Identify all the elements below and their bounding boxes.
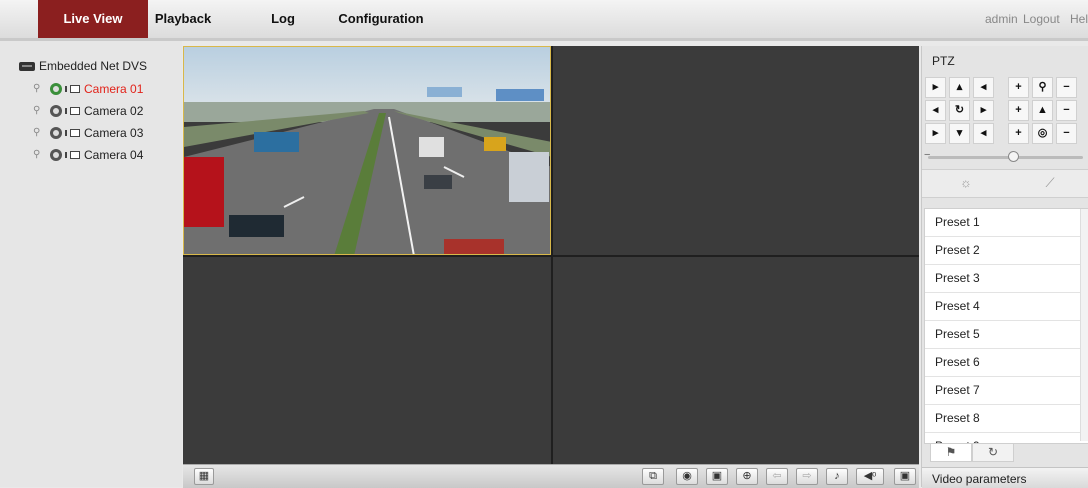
ptz-right-icon[interactable]: ▸ bbox=[973, 100, 994, 121]
preset-item[interactable]: Preset 1 bbox=[925, 209, 1088, 237]
tree-root-dvs[interactable]: Embedded Net DVS bbox=[19, 59, 147, 73]
focus-far-icon[interactable]: − bbox=[1056, 100, 1077, 121]
preset-item[interactable]: Preset 6 bbox=[925, 349, 1088, 377]
dvs-device-icon bbox=[19, 61, 35, 71]
tab-log[interactable]: Log bbox=[258, 0, 308, 38]
iris-open-icon[interactable]: + bbox=[1008, 123, 1029, 144]
live-view-toolbar: ▦ ⧉ ◉ ▣ ⊕ ⇦ ⇨ ♪ ◀ᵒ ▣ bbox=[183, 464, 919, 488]
ptz-tabs: ⚑ ↻ bbox=[924, 444, 1087, 462]
preset-item[interactable]: Preset 3 bbox=[925, 265, 1088, 293]
stop-all-preview-icon[interactable]: ⧉ bbox=[642, 468, 664, 485]
ptz-up-right-icon[interactable]: ◂ bbox=[973, 77, 994, 98]
top-nav: Live View Playback Log Configuration adm… bbox=[0, 0, 1088, 41]
iris-icon[interactable]: ◎ bbox=[1032, 123, 1053, 144]
previous-page-icon[interactable]: ⇦ bbox=[766, 468, 788, 485]
camera-01-feed bbox=[184, 47, 550, 254]
video-window-2[interactable] bbox=[553, 46, 919, 255]
preset-item[interactable]: Preset 2 bbox=[925, 237, 1088, 265]
camera-icon bbox=[65, 84, 81, 94]
digital-zoom-icon[interactable]: ⊕ bbox=[736, 468, 758, 485]
tab-playback[interactable]: Playback bbox=[148, 0, 218, 38]
ptz-down-right-icon[interactable]: ◂ bbox=[973, 123, 994, 144]
ptz-auto-icon[interactable]: ↻ bbox=[949, 100, 970, 121]
microphone-icon[interactable]: ♪ bbox=[826, 468, 848, 485]
username: admin bbox=[985, 12, 1018, 26]
focus-mountain-icon[interactable]: ▲ bbox=[1032, 100, 1053, 121]
camera-01-item[interactable]: ⚲ Camera 01 bbox=[33, 82, 143, 96]
help-link[interactable]: Help bbox=[1070, 0, 1088, 38]
camera-label: Camera 04 bbox=[84, 148, 144, 162]
ptz-panel: PTZ ▸ ▴ ◂ ◂ ↻ ▸ ▸ ▾ ◂ + ⚲ − + ▲ − + ◎ − … bbox=[921, 46, 1088, 488]
preset-item[interactable]: Preset 8 bbox=[925, 405, 1088, 433]
camera-03-item[interactable]: ⚲ Camera 03 bbox=[33, 126, 143, 140]
preset-item[interactable]: Preset 9 bbox=[925, 433, 1088, 443]
ptz-speed-knob[interactable] bbox=[1007, 151, 1019, 162]
camera-icon bbox=[65, 150, 81, 160]
recording-status-icon bbox=[50, 105, 62, 117]
link-icon: ⚲ bbox=[33, 105, 41, 116]
volume-mute-icon[interactable]: ◀ᵒ bbox=[856, 468, 884, 485]
light-wiper-row: ☼ ⟋ bbox=[922, 169, 1088, 198]
camera-label: Camera 01 bbox=[84, 82, 144, 96]
fullscreen-icon[interactable]: ▣ bbox=[894, 468, 916, 485]
camera-label: Camera 03 bbox=[84, 126, 144, 140]
video-window-4[interactable] bbox=[553, 257, 919, 464]
ptz-down-left-icon[interactable]: ▸ bbox=[925, 123, 946, 144]
video-window-3[interactable] bbox=[183, 257, 551, 464]
camera-label: Camera 02 bbox=[84, 104, 144, 118]
preset-item[interactable]: Preset 5 bbox=[925, 321, 1088, 349]
camera-04-item[interactable]: ⚲ Camera 04 bbox=[33, 148, 143, 162]
preset-item[interactable]: Preset 7 bbox=[925, 377, 1088, 405]
preset-list: Preset 1 Preset 2 Preset 3 Preset 4 Pres… bbox=[924, 208, 1088, 444]
logout-link[interactable]: Logout bbox=[1023, 0, 1060, 38]
camera-icon bbox=[65, 128, 81, 138]
zoom-out-icon[interactable]: − bbox=[1056, 77, 1077, 98]
focus-near-icon[interactable]: + bbox=[1008, 100, 1029, 121]
camera-02-item[interactable]: ⚲ Camera 02 bbox=[33, 104, 143, 118]
device-tree: Embedded Net DVS ⚲ Camera 01 ⚲ Camera 02… bbox=[0, 41, 182, 487]
patrol-tab-icon[interactable]: ↻ bbox=[972, 444, 1014, 462]
link-icon: ⚲ bbox=[33, 83, 41, 94]
preset-scrollbar[interactable] bbox=[1080, 209, 1088, 441]
camera-icon bbox=[65, 106, 81, 116]
ptz-up-left-icon[interactable]: ▸ bbox=[925, 77, 946, 98]
speed-minus-icon: − bbox=[924, 149, 931, 161]
preset-tab-icon[interactable]: ⚑ bbox=[930, 444, 972, 462]
capture-icon[interactable]: ◉ bbox=[676, 468, 698, 485]
zoom-in-icon[interactable]: + bbox=[1008, 77, 1029, 98]
link-icon: ⚲ bbox=[33, 149, 41, 160]
ptz-title: PTZ bbox=[932, 54, 955, 68]
video-grid bbox=[183, 46, 919, 464]
next-page-icon[interactable]: ⇨ bbox=[796, 468, 818, 485]
light-icon[interactable]: ☼ bbox=[936, 173, 996, 193]
wiper-icon[interactable]: ⟋ bbox=[1020, 173, 1080, 193]
zoom-magnifier-icon[interactable]: ⚲ bbox=[1032, 77, 1053, 98]
video-parameters-label: Video parameters bbox=[932, 472, 1027, 486]
window-layout-button[interactable]: ▦ bbox=[194, 468, 214, 485]
link-icon: ⚲ bbox=[33, 127, 41, 138]
video-parameters-header[interactable]: Video parameters bbox=[922, 467, 1088, 488]
record-icon[interactable]: ▣ bbox=[706, 468, 728, 485]
tab-configuration[interactable]: Configuration bbox=[336, 0, 426, 38]
tree-root-label: Embedded Net DVS bbox=[39, 59, 148, 73]
ptz-down-icon[interactable]: ▾ bbox=[949, 123, 970, 144]
recording-status-icon bbox=[50, 127, 62, 139]
ptz-left-icon[interactable]: ◂ bbox=[925, 100, 946, 121]
video-window-1[interactable] bbox=[183, 46, 551, 255]
ptz-speed-slider[interactable] bbox=[928, 156, 1083, 159]
iris-close-icon[interactable]: − bbox=[1056, 123, 1077, 144]
preset-item[interactable]: Preset 4 bbox=[925, 293, 1088, 321]
recording-status-icon bbox=[50, 83, 62, 95]
ptz-up-icon[interactable]: ▴ bbox=[949, 77, 970, 98]
recording-status-icon bbox=[50, 149, 62, 161]
tab-live-view[interactable]: Live View bbox=[38, 0, 148, 38]
